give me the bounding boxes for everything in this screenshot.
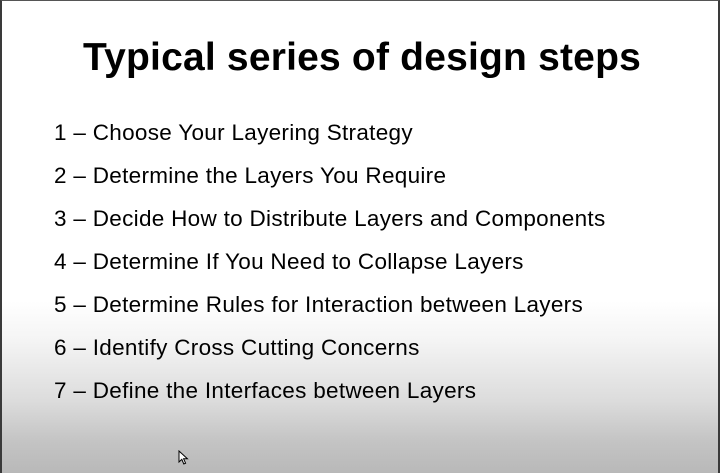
design-step-7: 7 – Define the Interfaces between Layers [54,378,477,403]
presentation-slide: Typical series of design steps 1 – Choos… [0,0,720,473]
mouse-pointer-icon [178,450,189,465]
design-step-3: 3 – Decide How to Distribute Layers and … [54,206,606,231]
design-step-5: 5 – Determine Rules for Interaction betw… [54,292,584,317]
slide-title: Typical series of design steps [83,36,641,79]
design-step-6: 6 – Identify Cross Cutting Concerns [54,335,420,360]
design-step-1: 1 – Choose Your Layering Strategy [54,120,413,145]
design-step-4: 4 – Determine If You Need to Collapse La… [54,249,524,274]
design-step-2: 2 – Determine the Layers You Require [54,163,447,188]
design-steps-list: 1 – Choose Your Layering Strategy 2 – De… [54,111,606,412]
